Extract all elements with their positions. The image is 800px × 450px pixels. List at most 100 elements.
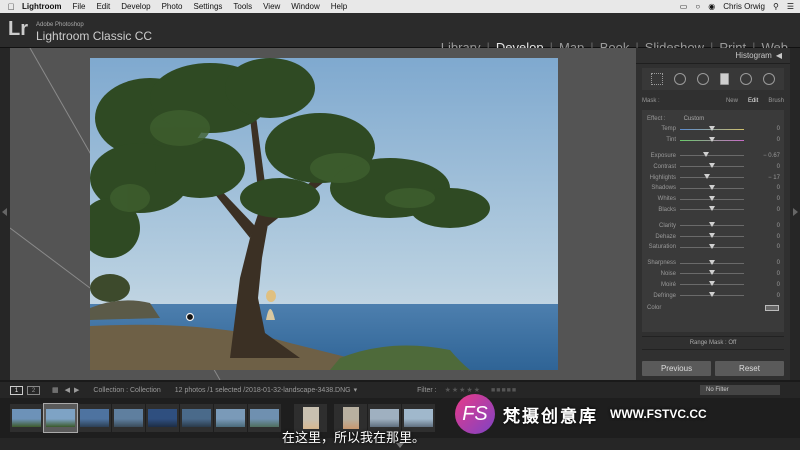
menu-file[interactable]: File [73, 2, 86, 11]
slider-track[interactable] [680, 125, 744, 131]
slider-value[interactable]: 0 [744, 223, 780, 229]
user-name[interactable]: Chris Orwig [723, 2, 765, 11]
slider-thumb[interactable] [703, 174, 710, 180]
adjustment-brush-icon[interactable] [762, 73, 775, 85]
menu-window[interactable]: Window [291, 2, 319, 11]
slider-thumb[interactable] [709, 292, 715, 298]
slider-row-sharpness[interactable]: Sharpness 0 [642, 258, 784, 269]
landscape-photo[interactable] [90, 58, 558, 370]
menu-develop[interactable]: Develop [121, 2, 150, 11]
slider-value[interactable]: 0 [744, 164, 780, 170]
slider-value[interactable]: 0 [744, 271, 780, 277]
filter-preset-select[interactable]: No Filter [700, 385, 780, 395]
menu-help[interactable]: Help [331, 2, 347, 11]
reset-button[interactable]: Reset [715, 361, 784, 376]
slider-track[interactable] [680, 174, 744, 180]
slider-thumb[interactable] [709, 125, 715, 131]
histogram-header[interactable]: Histogram ◀ [636, 48, 790, 64]
slider-value[interactable]: 0 [744, 126, 780, 132]
slider-track[interactable] [680, 206, 744, 212]
slider-track[interactable] [680, 292, 744, 298]
menu-settings[interactable]: Settings [194, 2, 223, 11]
slider-row-dehaze[interactable]: Dehaze 0 [642, 231, 784, 242]
rating-filter-stars[interactable]: ★★★★★ [445, 386, 481, 394]
slider-row-saturation[interactable]: Saturation 0 [642, 242, 784, 253]
slider-value[interactable]: 0 [744, 244, 780, 250]
filmstrip-thumbnail[interactable] [112, 404, 145, 432]
source-label[interactable]: Collection : Collection [93, 387, 160, 394]
crop-tool-icon[interactable] [651, 73, 664, 85]
wifi-icon[interactable]: ◉ [708, 2, 715, 11]
slider-thumb[interactable] [709, 206, 715, 212]
screen-icon[interactable]: ▭ [680, 2, 688, 11]
right-panel-toggle[interactable] [790, 48, 800, 380]
filmstrip-thumbnail[interactable] [180, 404, 213, 432]
slider-thumb[interactable] [709, 233, 715, 239]
slider-thumb[interactable] [709, 259, 715, 265]
slider-row-temp[interactable]: Temp 0 [642, 124, 784, 135]
slider-row-tint[interactable]: Tint 0 [642, 135, 784, 146]
slider-thumb[interactable] [709, 195, 715, 201]
slider-track[interactable] [680, 163, 744, 169]
mask-new-button[interactable]: New [726, 98, 738, 104]
filmstrip-thumbnail[interactable] [10, 404, 43, 432]
filmstrip-thumbnail[interactable] [248, 404, 281, 432]
menu-app[interactable]: Lightroom [22, 2, 62, 11]
slider-row-defringe[interactable]: Defringe 0 [642, 290, 784, 301]
menu-view[interactable]: View [263, 2, 280, 11]
slider-thumb[interactable] [709, 243, 715, 249]
slider-row-exposure[interactable]: Exposure − 0.67 [642, 151, 784, 162]
menu-photo[interactable]: Photo [162, 2, 183, 11]
slider-value[interactable]: 0 [744, 185, 780, 191]
slider-value[interactable]: 0 [744, 282, 780, 288]
effect-row[interactable]: Effect : Custom [642, 114, 784, 124]
red-eye-icon[interactable] [697, 73, 710, 85]
slider-value[interactable]: 0 [744, 196, 780, 202]
slider-row-contrast[interactable]: Contrast 0 [642, 161, 784, 172]
filmstrip-thumbnail[interactable] [43, 403, 78, 433]
color-label-filter[interactable]: ■■■■■ [491, 387, 517, 394]
filmstrip-thumbnail[interactable] [78, 404, 111, 432]
slider-thumb[interactable] [702, 152, 709, 158]
slider-track[interactable] [680, 259, 744, 265]
mask-edit-button[interactable]: Edit [748, 98, 758, 104]
back-arrow-icon[interactable]: ◀ [65, 386, 70, 394]
slider-track[interactable] [680, 152, 744, 158]
dropdown-icon[interactable]: ▾ [354, 386, 358, 394]
slider-value[interactable]: 0 [744, 234, 780, 240]
menu-tools[interactable]: Tools [233, 2, 252, 11]
slider-row-blacks[interactable]: Blacks 0 [642, 205, 784, 216]
slider-track[interactable] [680, 195, 744, 201]
effect-preset-select[interactable]: Custom [684, 116, 705, 122]
slider-thumb[interactable] [709, 184, 715, 190]
menu-list-icon[interactable]: ☰ [787, 2, 794, 11]
slider-value[interactable]: − 17 [744, 175, 780, 181]
sync-icon[interactable]: ○ [695, 2, 700, 11]
slider-track[interactable] [680, 136, 744, 142]
apple-icon[interactable]:  [0, 2, 22, 12]
slider-value[interactable]: 0 [744, 137, 780, 143]
slider-value[interactable]: 0 [744, 293, 780, 299]
slider-row-noise[interactable]: Noise 0 [642, 269, 784, 280]
slider-thumb[interactable] [709, 281, 715, 287]
slider-thumb[interactable] [709, 136, 715, 142]
filmstrip-thumbnail[interactable] [146, 404, 179, 432]
slider-track[interactable] [680, 184, 744, 190]
slider-thumb[interactable] [709, 270, 715, 276]
main-window-button[interactable]: 1 [10, 385, 23, 395]
second-window-button[interactable]: 2 [27, 385, 40, 395]
slider-value[interactable]: 0 [744, 207, 780, 213]
slider-track[interactable] [680, 281, 744, 287]
search-icon[interactable]: ⚲ [773, 2, 779, 11]
mask-brush-button[interactable]: Brush [768, 98, 784, 104]
slider-thumb[interactable] [709, 222, 715, 228]
menu-edit[interactable]: Edit [96, 2, 110, 11]
slider-thumb[interactable] [709, 163, 715, 169]
slider-row-highlights[interactable]: Highlights − 17 [642, 172, 784, 183]
slider-track[interactable] [680, 233, 744, 239]
radial-filter-icon[interactable] [739, 73, 752, 85]
slider-row-shadows[interactable]: Shadows 0 [642, 183, 784, 194]
slider-track[interactable] [680, 222, 744, 228]
selection-info[interactable]: 12 photos /1 selected /2018-01-32-landsc… [175, 387, 351, 394]
image-canvas[interactable] [10, 48, 636, 380]
